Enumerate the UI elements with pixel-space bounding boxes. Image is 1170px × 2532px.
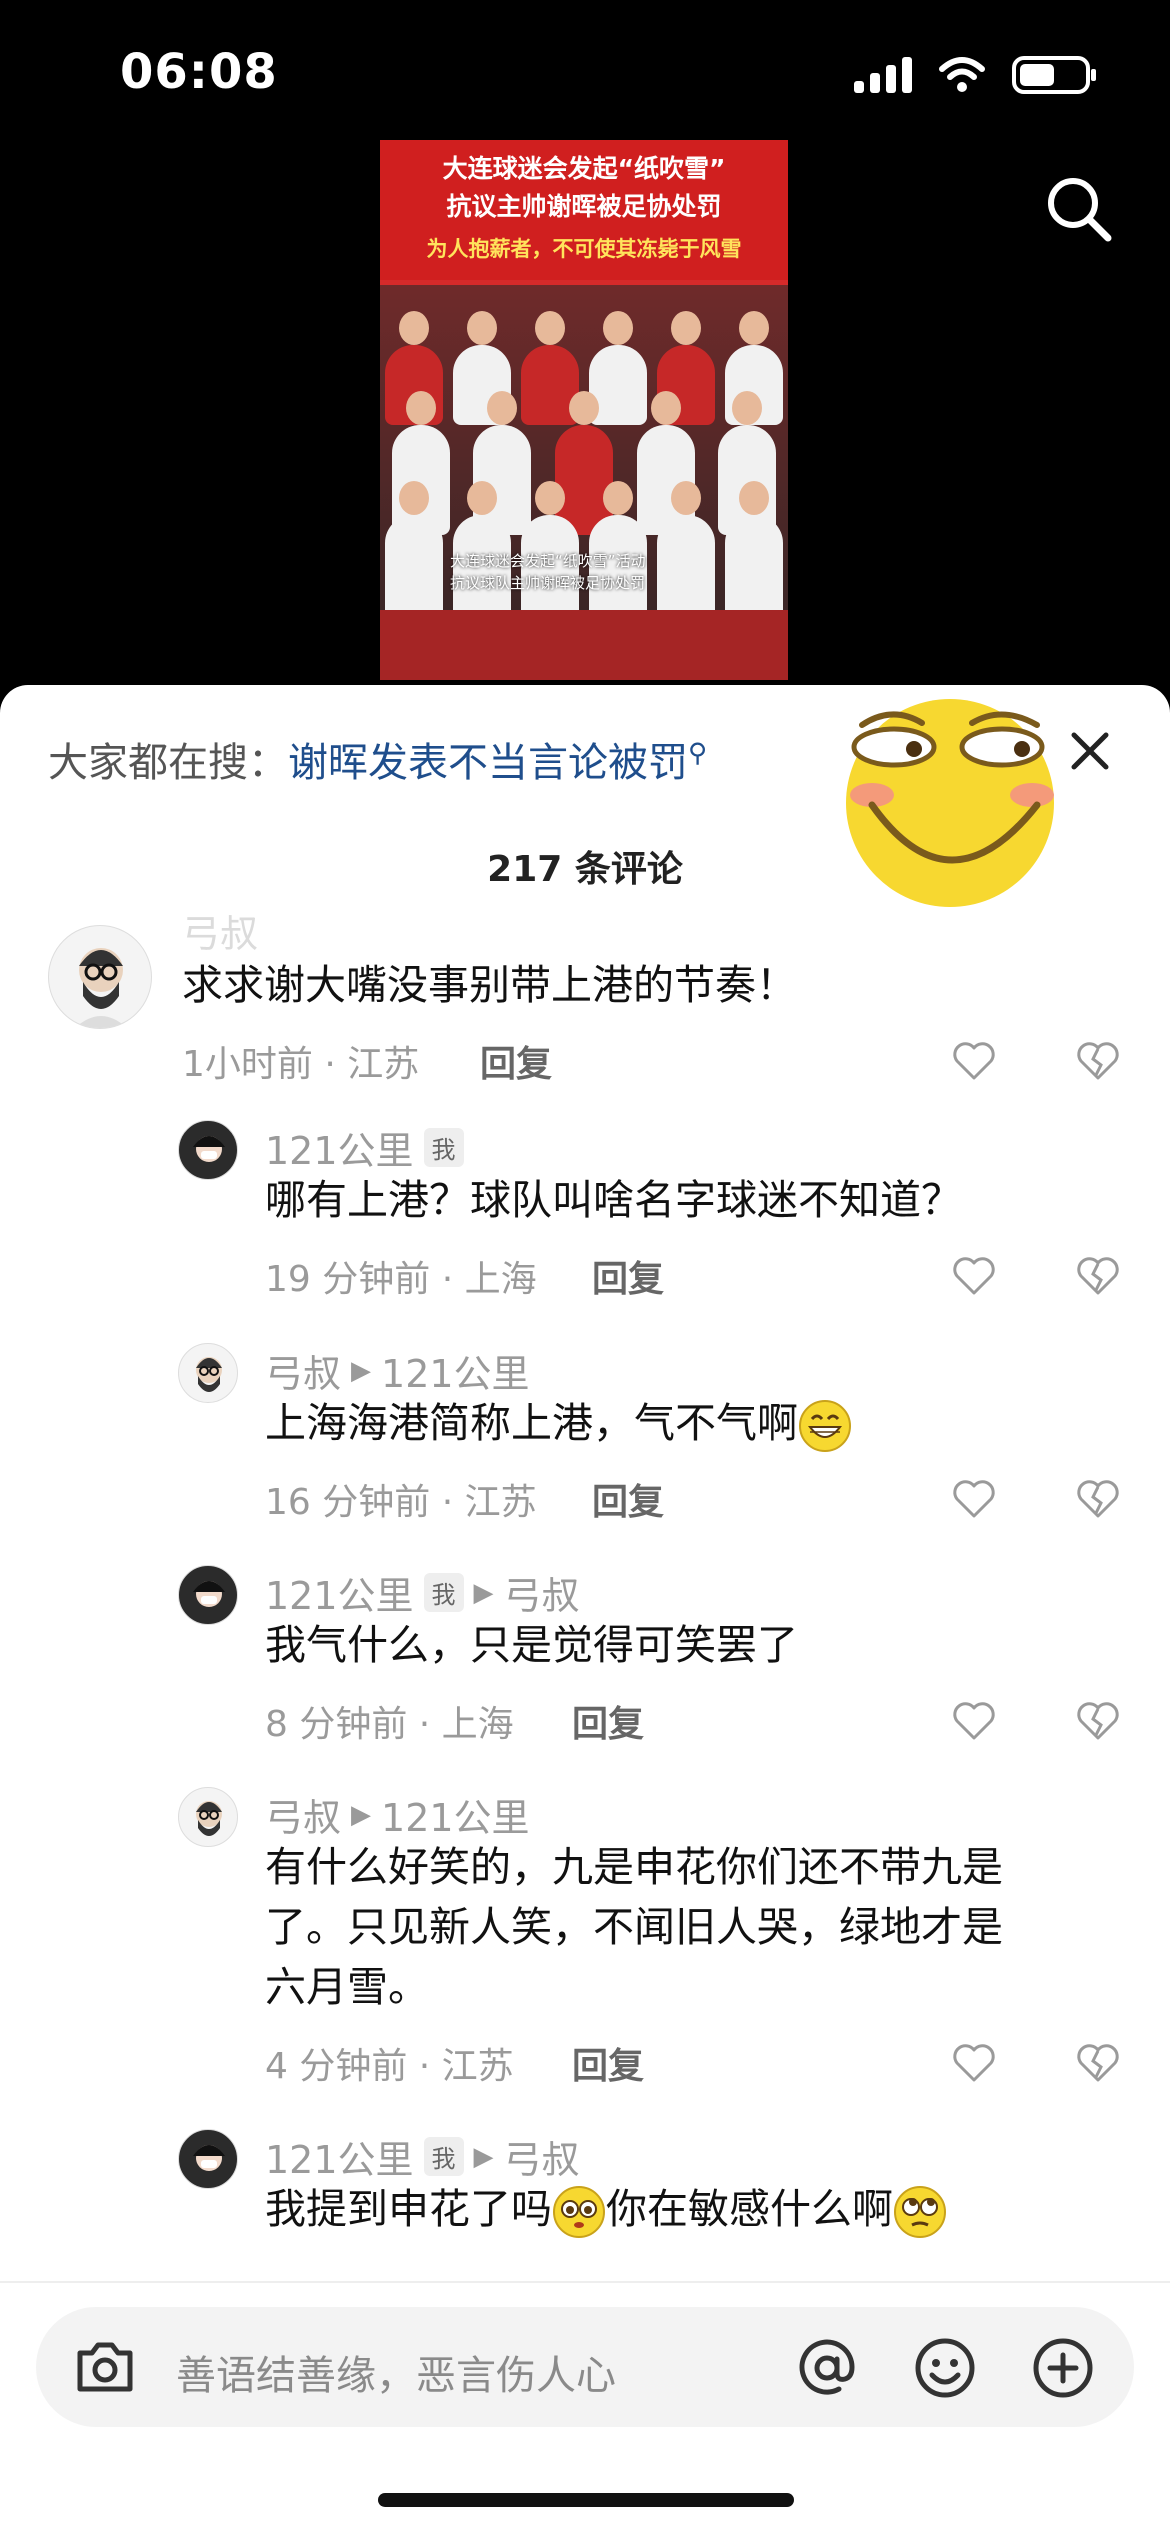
reply-target[interactable]: 弓叔 <box>504 1565 580 1620</box>
comment-text-part2: 你在敏感什么啊 <box>606 2185 893 2233</box>
plus-icon[interactable] <box>1030 2335 1096 2401</box>
comment-text: 我气什么，只是觉得可笑罢了 <box>265 1621 798 1669</box>
trending-search[interactable]: 大家都在搜：谢晖发表不当言论被罚⚲ <box>48 730 707 788</box>
heart-icon[interactable] <box>952 1256 996 1296</box>
heart-icon[interactable] <box>952 1041 996 1081</box>
pleading-emoji <box>553 2186 605 2238</box>
comment-sheet: 大家都在搜：谢晖发表不当言论被罚⚲ 217 条评论 弓叔 求求谢大嘴没事别带上港… <box>0 685 1170 2532</box>
me-badge: 我 <box>423 1128 464 1167</box>
comment-text: 我提到申花了吗 你在敏感什么啊 <box>265 2179 947 2239</box>
reply-target[interactable]: 121公里 <box>381 1787 530 1842</box>
avatar[interactable] <box>178 1565 238 1625</box>
comment-count: 217 条评论 <box>487 849 683 890</box>
reply-button[interactable]: 回复 <box>592 1473 664 1525</box>
avatar[interactable] <box>178 2129 238 2189</box>
comment-text: 有什么好笑的，九是申花你们还不带九是 了。只见新人笑，不闻旧人哭，绿地才是 六月… <box>265 1837 1003 2017</box>
avatar[interactable] <box>178 1120 238 1180</box>
comment-text: 哪有上港？球队叫啥名字球迷不知道？ <box>265 1176 962 1224</box>
comment-username[interactable]: 弓叔 <box>182 903 258 958</box>
reply-arrow-icon: ▶ <box>473 2141 494 2172</box>
comment-username[interactable]: 弓叔 ▶ 121公里 <box>265 1343 530 1398</box>
broken-heart-icon[interactable] <box>1076 1256 1120 1296</box>
avatar[interactable] <box>178 1343 238 1403</box>
comment-text-content: 上海海港简称上港，气不气啊 <box>265 1399 798 1447</box>
comment-text: 上海海港简称上港，气不气啊 <box>265 1393 852 1453</box>
video-title-line1: 大连球迷会发起“纸吹雪” <box>442 154 726 183</box>
video-subtitle: 为人抱薪者，不可使其冻毙于风雪 <box>426 237 742 261</box>
reply-arrow-icon: ▶ <box>351 1355 372 1386</box>
heart-icon[interactable] <box>952 2043 996 2083</box>
cellular-signal-icon <box>854 57 912 93</box>
comment-text-line: 六月雪。 <box>265 1963 429 2011</box>
broken-heart-icon[interactable] <box>1076 1701 1120 1741</box>
video-caption: 大连球迷会发起“纸吹雪”活动 抗议球队主帅谢晖被足协处罚 <box>450 550 646 594</box>
reply-target[interactable]: 弓叔 <box>504 2129 580 2184</box>
search-icon[interactable] <box>1042 172 1116 246</box>
grin-emoji <box>799 1400 851 1452</box>
comment-username[interactable]: 121公里 我 ▶ 弓叔 <box>265 1565 580 1620</box>
comment-meta: 1小时前 · 江苏 <box>182 1044 420 1085</box>
rolling-eyes-emoji <box>894 2186 946 2238</box>
comment-text-line: 有什么好笑的，九是申花你们还不带九是 <box>265 1843 1003 1891</box>
video-thumbnail[interactable]: 大连球迷会发起“纸吹雪” 抗议主帅谢晖被足协处罚 为人抱薪者，不可使其冻毙于风雪… <box>380 140 788 680</box>
wifi-icon <box>939 57 985 92</box>
close-icon[interactable] <box>1060 721 1120 781</box>
heart-icon[interactable] <box>952 1701 996 1741</box>
broken-heart-icon[interactable] <box>1076 1479 1120 1519</box>
reply-button[interactable]: 回复 <box>592 1250 664 1302</box>
status-time: 06:08 <box>120 44 278 100</box>
comment-text-line: 了。只见新人笑，不闻旧人哭，绿地才是 <box>265 1903 1003 1951</box>
reply-target[interactable]: 121公里 <box>381 1343 530 1398</box>
avatar[interactable] <box>178 1787 238 1847</box>
comment-meta: 19 分钟前 · 上海 <box>265 1259 537 1300</box>
video-footer <box>380 610 788 680</box>
comment-username[interactable]: 弓叔 ▶ 121公里 <box>265 1787 530 1842</box>
battery-icon <box>1012 56 1096 94</box>
home-indicator[interactable] <box>378 2493 794 2507</box>
comment-text-part1: 我提到申花了吗 <box>265 2185 552 2233</box>
video-title-banner: 大连球迷会发起“纸吹雪” 抗议主帅谢晖被足协处罚 为人抱薪者，不可使其冻毙于风雪 <box>380 140 788 280</box>
video-caption-line1: 大连球迷会发起“纸吹雪”活动 <box>450 552 646 570</box>
avatar[interactable] <box>48 925 152 1029</box>
comment-meta: 4 分钟前 · 江苏 <box>265 2046 514 2087</box>
small-search-icon: ⚲ <box>688 738 708 769</box>
input-divider <box>0 2281 1170 2283</box>
comment-input-bar[interactable]: 善语结善缘，恶言伤人心 <box>36 2307 1134 2427</box>
status-bar: 06:08 <box>0 0 1170 130</box>
comment-username[interactable]: 121公里 我 ▶ 弓叔 <box>265 2129 580 2184</box>
camera-icon[interactable] <box>72 2335 138 2399</box>
comment-username[interactable]: 121公里 我 <box>265 1120 464 1175</box>
video-title-line2: 抗议主帅谢晖被足协处罚 <box>446 192 722 221</box>
trending-label: 大家都在搜： <box>48 740 288 786</box>
comment-input-placeholder[interactable]: 善语结善缘，恶言伤人心 <box>176 2343 616 2401</box>
video-caption-line2: 抗议球队主帅谢晖被足协处罚 <box>450 574 646 592</box>
reply-button[interactable]: 回复 <box>480 1035 552 1087</box>
me-badge: 我 <box>423 2137 464 2176</box>
reply-arrow-icon: ▶ <box>473 1577 494 1608</box>
emoji-icon[interactable] <box>912 2335 978 2401</box>
comment-meta: 8 分钟前 · 上海 <box>265 1704 514 1745</box>
broken-heart-icon[interactable] <box>1076 2043 1120 2083</box>
reply-arrow-icon: ▶ <box>351 1799 372 1830</box>
mention-at-icon[interactable] <box>794 2335 860 2401</box>
heart-icon[interactable] <box>952 1479 996 1519</box>
comment-meta: 16 分钟前 · 江苏 <box>265 1482 537 1523</box>
comment-text: 求求谢大嘴没事别带上港的节奏！ <box>182 961 797 1009</box>
reply-button[interactable]: 回复 <box>572 1695 644 1747</box>
status-icons <box>854 56 1096 94</box>
trending-query-link[interactable]: 谢晖发表不当言论被罚 <box>288 740 688 786</box>
me-badge: 我 <box>423 1573 464 1612</box>
reply-button[interactable]: 回复 <box>572 2037 644 2089</box>
broken-heart-icon[interactable] <box>1076 1041 1120 1081</box>
